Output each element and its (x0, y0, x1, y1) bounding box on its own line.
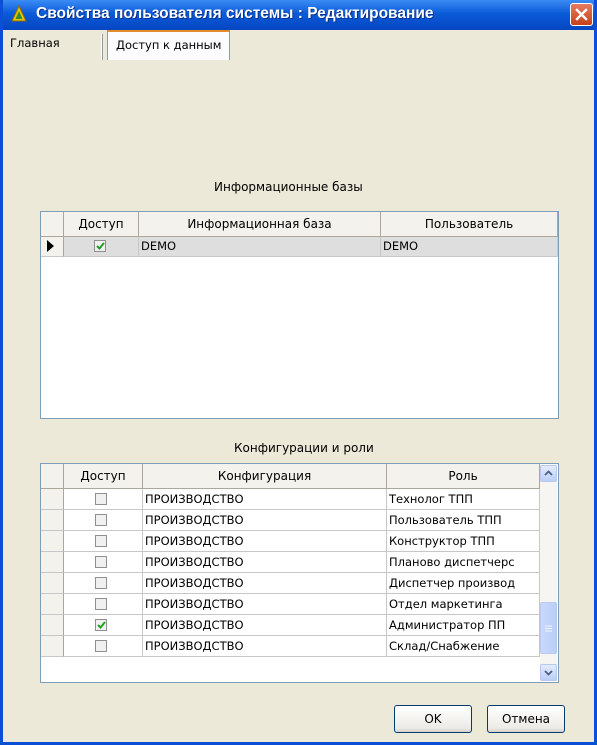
chevron-up-icon (544, 470, 553, 476)
access-cell[interactable] (64, 615, 143, 636)
table-row[interactable]: ПРОИЗВОДСТВО Пользователь ТПП (41, 510, 558, 531)
title-bar[interactable]: Свойства пользователя системы : Редактир… (3, 0, 594, 30)
role-cell[interactable]: Отдел маркетинга (387, 594, 540, 615)
row-indicator[interactable] (41, 531, 64, 552)
dialog-window: Свойства пользователя системы : Редактир… (0, 0, 597, 745)
window-title: Свойства пользователя системы : Редактир… (36, 5, 434, 22)
role-cell[interactable]: Пользователь ТПП (387, 510, 540, 531)
config-cell[interactable]: ПРОИЗВОДСТВО (143, 594, 387, 615)
configs-header-config[interactable]: Конфигурация (143, 464, 387, 489)
config-cell[interactable]: ПРОИЗВОДСТВО (143, 489, 387, 510)
row-indicator[interactable] (41, 636, 64, 657)
access-cell[interactable] (64, 594, 143, 615)
chevron-down-icon (544, 670, 553, 676)
row-indicator[interactable] (41, 489, 64, 510)
configs-grid[interactable]: Доступ Конфигурация Роль ПРОИЗВОДСТВО Тех… (40, 463, 559, 683)
scroll-thumb[interactable] (540, 602, 557, 654)
row-indicator[interactable] (41, 237, 64, 257)
row-indicator[interactable] (41, 594, 64, 615)
ok-button[interactable]: OK (394, 705, 472, 733)
access-cell[interactable] (64, 636, 143, 657)
tab-data-access[interactable]: Доступ к данным (107, 30, 231, 60)
access-checkbox[interactable] (95, 619, 107, 631)
access-cell[interactable] (64, 531, 143, 552)
access-checkbox[interactable] (95, 514, 107, 526)
row-indicator[interactable] (41, 615, 64, 636)
base-cell[interactable]: DEMO (139, 237, 381, 257)
configs-header-indicator (41, 464, 64, 489)
tab-divider (101, 34, 102, 60)
user-cell[interactable]: DEMO (381, 237, 558, 257)
role-cell[interactable]: Диспетчер производ (387, 573, 540, 594)
row-indicator[interactable] (41, 573, 64, 594)
role-cell[interactable]: Технолог ТПП (387, 489, 540, 510)
config-cell[interactable]: ПРОИЗВОДСТВО (143, 636, 387, 657)
access-cell[interactable] (64, 510, 143, 531)
access-checkbox[interactable] (95, 556, 107, 568)
role-cell[interactable]: Администратор ПП (387, 615, 540, 636)
access-checkbox[interactable] (95, 535, 107, 547)
vertical-scrollbar[interactable] (540, 465, 557, 681)
config-cell[interactable]: ПРОИЗВОДСТВО (143, 552, 387, 573)
app-logo-icon (11, 5, 27, 22)
infobases-header-base[interactable]: Информационная база (139, 212, 381, 237)
table-row[interactable]: ПРОИЗВОДСТВО Администратор ПП (41, 615, 558, 636)
access-cell[interactable] (64, 573, 143, 594)
access-cell[interactable] (64, 237, 139, 257)
role-cell[interactable]: Склад/Снабжение (387, 636, 540, 657)
role-cell[interactable]: Планово диспетчерс (387, 552, 540, 573)
table-row[interactable]: ПРОИЗВОДСТВО Диспетчер производ (41, 573, 558, 594)
config-cell[interactable]: ПРОИЗВОДСТВО (143, 510, 387, 531)
scroll-up-button[interactable] (540, 465, 557, 482)
tab-strip: Главная Доступ к данным (3, 30, 594, 62)
row-indicator[interactable] (41, 510, 64, 531)
configs-title: Конфигурации и роли (234, 441, 374, 455)
grip-icon (545, 625, 552, 632)
access-cell[interactable] (64, 489, 143, 510)
infobases-title: Информационные базы (214, 180, 363, 194)
scroll-down-button[interactable] (540, 664, 557, 681)
close-icon (575, 8, 588, 21)
checkmark-icon (97, 621, 106, 629)
access-checkbox[interactable] (95, 493, 107, 505)
table-row[interactable]: DEMO DEMO (41, 237, 558, 257)
access-checkbox[interactable] (95, 640, 107, 652)
row-indicator[interactable] (41, 552, 64, 573)
table-row[interactable]: ПРОИЗВОДСТВО Планово диспетчерс (41, 552, 558, 573)
infobases-header-indicator (41, 212, 64, 237)
configs-header-role[interactable]: Роль (387, 464, 540, 489)
current-row-arrow-icon (47, 240, 54, 252)
table-row[interactable]: ПРОИЗВОДСТВО Конструктор ТПП (41, 531, 558, 552)
access-cell[interactable] (64, 552, 143, 573)
role-cell[interactable]: Конструктор ТПП (387, 531, 540, 552)
access-checkbox[interactable] (95, 598, 107, 610)
table-row[interactable]: ПРОИЗВОДСТВО Склад/Снабжение (41, 636, 558, 657)
config-cell[interactable]: ПРОИЗВОДСТВО (143, 531, 387, 552)
tab-main[interactable]: Главная (6, 30, 70, 58)
table-row[interactable]: ПРОИЗВОДСТВО Отдел маркетинга (41, 594, 558, 615)
access-checkbox[interactable] (94, 240, 106, 252)
configs-header-access[interactable]: Доступ (64, 464, 143, 489)
config-cell[interactable]: ПРОИЗВОДСТВО (143, 615, 387, 636)
infobases-header-access[interactable]: Доступ (64, 212, 139, 237)
close-button[interactable] (570, 3, 593, 26)
checkmark-icon (96, 242, 105, 250)
infobases-header-user[interactable]: Пользователь (381, 212, 558, 237)
config-cell[interactable]: ПРОИЗВОДСТВО (143, 573, 387, 594)
table-row[interactable]: ПРОИЗВОДСТВО Технолог ТПП (41, 489, 558, 510)
cancel-button[interactable]: Отмена (487, 705, 565, 733)
access-checkbox[interactable] (95, 577, 107, 589)
infobases-grid[interactable]: Доступ Информационная база Пользователь … (40, 211, 559, 419)
